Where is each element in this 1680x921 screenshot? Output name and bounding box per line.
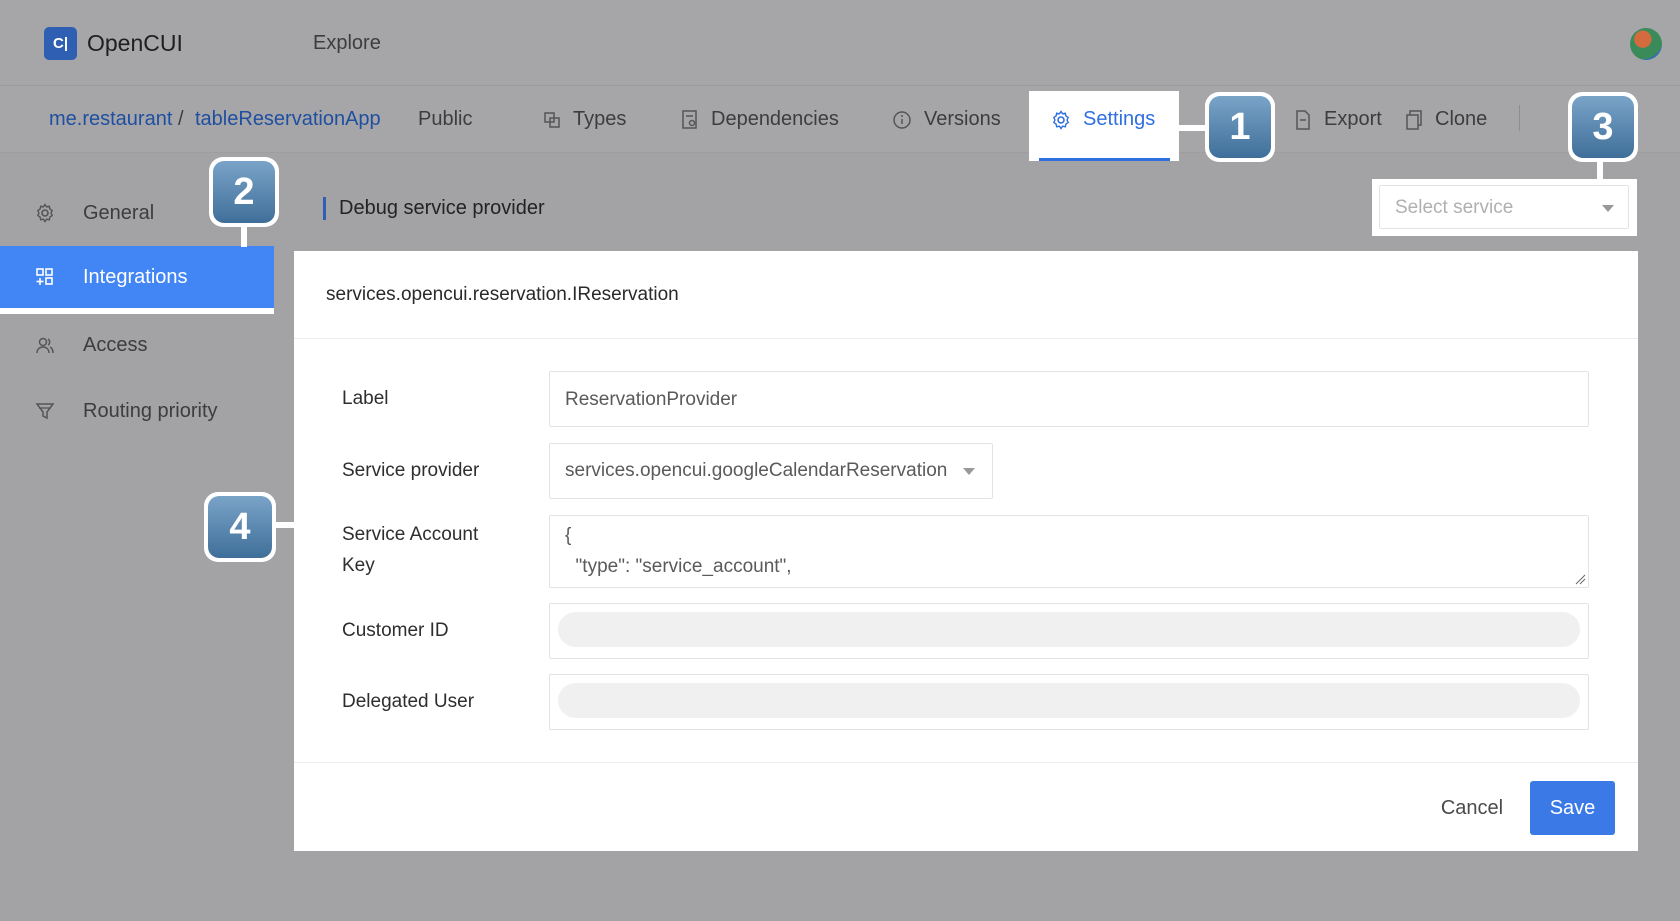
- select-service-dropdown[interactable]: Select service: [1379, 185, 1629, 229]
- debug-service-provider-label: Debug service provider: [339, 197, 545, 219]
- breadcrumb-project[interactable]: tableReservationApp: [195, 108, 381, 131]
- gear-icon: [1052, 109, 1070, 130]
- sidebar-item-routing-priority[interactable]: Routing priority: [0, 381, 274, 441]
- grid-plus-icon: [36, 268, 53, 285]
- delegated-user-input[interactable]: [549, 674, 1589, 730]
- breadcrumb-org[interactable]: me.restaurant: [49, 108, 172, 131]
- document-icon: [682, 109, 697, 129]
- highlight-frame: Select service: [1372, 179, 1637, 236]
- customer-id-label: Customer ID: [342, 620, 449, 641]
- gear-icon: [36, 203, 54, 223]
- customer-id-input[interactable]: [549, 603, 1589, 659]
- top-bar: C| OpenCUI Explore: [0, 0, 1680, 86]
- tab-clone-label: Clone: [1435, 108, 1488, 130]
- save-button[interactable]: Save: [1530, 781, 1615, 835]
- sidebar-item-access[interactable]: Access: [0, 315, 274, 375]
- breadcrumb-separator: /: [178, 108, 184, 130]
- service-account-key-value: { "type": "service_account",: [565, 525, 792, 577]
- sidebar-item-label: Access: [83, 333, 148, 356]
- service-account-key-textarea[interactable]: { "type": "service_account",: [549, 515, 1589, 588]
- tab-versions[interactable]: Versions: [892, 108, 1001, 131]
- callout-connector: [241, 225, 247, 247]
- sidebar-item-label: General: [83, 201, 155, 224]
- sidebar-item-label: Routing priority: [83, 399, 218, 422]
- callout-badge-1: 1: [1205, 92, 1275, 162]
- service-account-key-label-line2: Key: [342, 555, 375, 576]
- tab-dependencies-label: Dependencies: [711, 108, 839, 130]
- service-provider-select[interactable]: services.opencui.googleCalendarReservati…: [549, 443, 993, 499]
- callout-badge-4: 4: [204, 492, 276, 562]
- tab-versions-label: Versions: [924, 108, 1001, 130]
- tab-settings-label: Settings: [1083, 108, 1156, 130]
- tab-public-label: Public: [418, 108, 473, 130]
- export-icon: [1296, 109, 1310, 130]
- tab-types-label: Types: [573, 108, 627, 130]
- callout-connector: [274, 522, 296, 528]
- label-field-label: Label: [342, 388, 389, 409]
- service-account-key-label: Service Account Key: [342, 519, 478, 581]
- explore-link[interactable]: Explore: [313, 32, 381, 55]
- tab-divider: [1519, 105, 1520, 131]
- tab-dependencies[interactable]: Dependencies: [681, 108, 839, 131]
- logo-icon: C|: [44, 27, 77, 60]
- customer-id-pill: [558, 612, 1580, 647]
- tab-public[interactable]: Public: [418, 108, 472, 131]
- sidebar-item-label: Integrations: [83, 265, 188, 288]
- section-marker: [323, 197, 326, 220]
- info-icon: [893, 110, 911, 129]
- copy-icon: [1406, 109, 1422, 130]
- callout-badge-2: 2: [209, 157, 279, 227]
- cancel-button[interactable]: Cancel: [1429, 781, 1515, 835]
- service-account-key-label-line1: Service Account: [342, 524, 479, 545]
- types-icon: [544, 111, 560, 128]
- divider: [294, 762, 1638, 763]
- service-provider-label: Service provider: [342, 460, 480, 481]
- users-icon: [36, 337, 54, 354]
- sidebar-item-integrations[interactable]: Integrations: [0, 246, 274, 314]
- delegated-user-pill: [558, 683, 1580, 718]
- integration-panel: services.opencui.reservation.IReservatio…: [294, 251, 1638, 851]
- tab-types[interactable]: Types: [543, 108, 626, 131]
- active-tab-underline: [1039, 158, 1170, 161]
- chevron-down-icon: [1602, 205, 1614, 212]
- tab-settings[interactable]: Settings: [1029, 91, 1179, 161]
- divider: [294, 338, 1638, 339]
- label-input[interactable]: ReservationProvider: [549, 371, 1589, 427]
- resize-handle-icon[interactable]: [1574, 573, 1586, 585]
- chevron-down-icon: [963, 468, 975, 475]
- tab-clone[interactable]: Clone: [1405, 108, 1487, 131]
- delegated-user-label: Delegated User: [342, 691, 475, 712]
- select-placeholder: Select service: [1395, 197, 1514, 218]
- callout-badge-3: 3: [1568, 92, 1638, 162]
- logo-text: OpenCUI: [87, 30, 183, 56]
- tab-export[interactable]: Export: [1294, 108, 1382, 131]
- filter-icon: [35, 403, 55, 420]
- panel-title: services.opencui.reservation.IReservatio…: [326, 284, 679, 305]
- service-provider-value: services.opencui.googleCalendarReservati…: [565, 460, 948, 481]
- tab-export-label: Export: [1324, 108, 1382, 130]
- logo[interactable]: C| OpenCUI: [44, 27, 183, 60]
- avatar[interactable]: [1630, 28, 1662, 60]
- label-input-value: ReservationProvider: [565, 389, 738, 410]
- project-nav: me.restaurant / tableReservationApp Publ…: [0, 86, 1680, 153]
